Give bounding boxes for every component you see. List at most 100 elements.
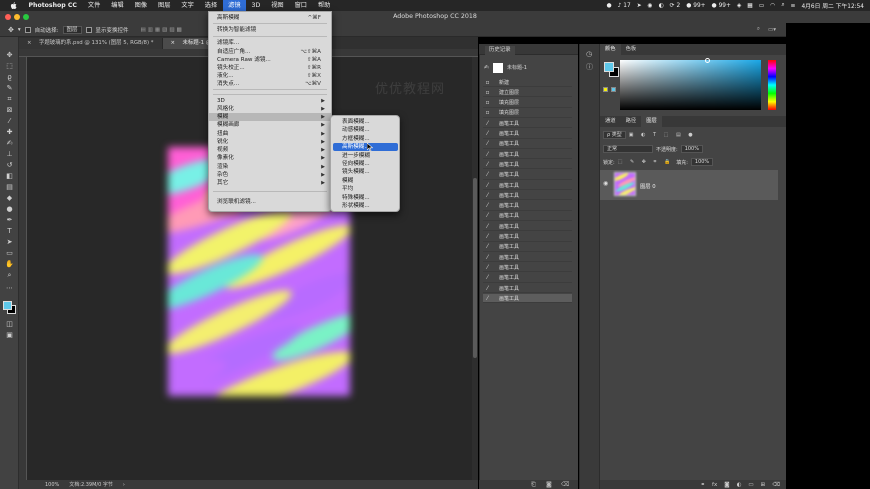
tray-item-3[interactable]: ➤ bbox=[637, 3, 642, 9]
web-safe-swatch[interactable] bbox=[611, 87, 616, 92]
blur-submenu-item[interactable]: 进一步模糊 bbox=[333, 152, 398, 160]
history-item[interactable]: ⁄ 画笔工具 bbox=[483, 202, 572, 211]
link-layers-icon[interactable]: ⚭ bbox=[700, 482, 705, 488]
history-item[interactable]: ▫ 建立图层 bbox=[483, 88, 572, 98]
tray-item-5[interactable]: ◐ bbox=[659, 3, 664, 9]
tray-item-4[interactable]: ◉ bbox=[648, 3, 653, 9]
history-item[interactable]: ⁄ 画笔工具 bbox=[483, 274, 572, 283]
blur-submenu-item[interactable]: 平均 bbox=[333, 185, 398, 193]
filter-menu-item[interactable]: 滤镜库... bbox=[209, 39, 331, 47]
filter-menu-item[interactable]: Camera Raw 滤镜... ⇧⌘A bbox=[209, 56, 331, 64]
workspace-icon[interactable]: ⌕ bbox=[757, 26, 760, 33]
type-tool-icon[interactable]: T bbox=[4, 227, 15, 235]
filter-menu-item[interactable]: 其它 ▶ bbox=[209, 179, 331, 187]
filter-menu-item[interactable]: 风格化 ▶ bbox=[209, 105, 331, 113]
blur-submenu-item[interactable]: 特殊模糊... bbox=[333, 194, 398, 202]
document-info[interactable]: 文档:2.39M/0 字节 bbox=[69, 481, 113, 488]
tray-item-13[interactable]: ⌕ bbox=[781, 2, 784, 9]
blur-submenu-item[interactable]: 模糊 bbox=[333, 177, 398, 185]
zoom-tool-icon[interactable]: ⌕ bbox=[4, 271, 15, 279]
layer-mask-icon[interactable]: ◙ bbox=[724, 482, 729, 488]
marquee-tool-icon[interactable]: ⬚ bbox=[4, 62, 15, 70]
tray-item-8[interactable]: ● 99+ bbox=[712, 3, 731, 9]
trash-icon[interactable]: ⌫ bbox=[561, 481, 569, 488]
blend-mode-dropdown[interactable]: 正常 bbox=[603, 145, 653, 153]
menu-image[interactable]: 图像 bbox=[129, 0, 152, 11]
menu-file[interactable]: 文件 bbox=[82, 0, 105, 11]
apple-icon[interactable] bbox=[9, 1, 17, 10]
tab-channels[interactable]: 通道 bbox=[600, 116, 621, 127]
filter-menu-item[interactable]: 浏览联机滤镜... bbox=[209, 198, 331, 206]
tray-item-6[interactable]: ⟳ 2 bbox=[670, 3, 681, 9]
tray-item-12[interactable]: ◠ bbox=[770, 3, 775, 9]
foreground-swatch[interactable] bbox=[604, 62, 614, 72]
blur-submenu-item[interactable]: 方框模糊... bbox=[333, 135, 398, 143]
filter-menu-item[interactable]: 杂色 ▶ bbox=[209, 171, 331, 179]
quick-mask-icon[interactable]: ◫ bbox=[4, 320, 15, 328]
history-item[interactable]: ⁄ 画笔工具 bbox=[483, 233, 572, 242]
color-picker-field[interactable] bbox=[620, 60, 761, 110]
filter-menu-item[interactable]: 模糊画廊 ▶ bbox=[209, 121, 331, 129]
dropdown-chevron-icon[interactable]: ▾ bbox=[18, 27, 21, 33]
menu-type[interactable]: 文字 bbox=[176, 0, 199, 11]
hue-slider[interactable] bbox=[768, 60, 776, 110]
filter-menu-item[interactable]: 镜头校正... ⇧⌘R bbox=[209, 64, 331, 72]
color-picker-cursor[interactable] bbox=[705, 58, 710, 63]
history-item[interactable]: ▫ 填充图层 bbox=[483, 109, 572, 118]
lock-icons[interactable]: ⬚ ✎ ✥ ⌗ 🔒 bbox=[618, 159, 674, 165]
history-item[interactable]: ⁄ 画笔工具 bbox=[483, 191, 572, 201]
menu-edit[interactable]: 编辑 bbox=[106, 0, 129, 11]
fill-input[interactable]: 100% bbox=[690, 158, 714, 166]
history-item[interactable]: ▫ 新建 bbox=[483, 78, 572, 87]
history-item[interactable]: ⁄ 画笔工具 bbox=[483, 222, 572, 232]
tray-item-10[interactable]: ▦ bbox=[747, 3, 752, 9]
close-tab-icon[interactable]: × bbox=[171, 38, 176, 49]
gradient-tool-icon[interactable]: ▤ bbox=[4, 183, 15, 191]
filter-menu-item[interactable]: 视频 ▶ bbox=[209, 146, 331, 154]
move-tool-icon[interactable]: ✥ bbox=[4, 51, 15, 59]
menu-help[interactable]: 帮助 bbox=[312, 0, 335, 11]
tab-color[interactable]: 颜色 bbox=[600, 44, 621, 55]
crop-tool-icon[interactable]: ⌗ bbox=[4, 95, 15, 103]
history-panel-title[interactable]: 历史记录 bbox=[485, 46, 515, 55]
status-arrow-icon[interactable]: › bbox=[123, 482, 125, 488]
history-item[interactable]: ⁄ 画笔工具 bbox=[483, 130, 572, 139]
filter-menu-item[interactable]: 3D ▶ bbox=[209, 97, 331, 105]
filter-menu-item[interactable]: 模糊 ▶ bbox=[209, 113, 331, 121]
frame-tool-icon[interactable]: ⊠ bbox=[4, 106, 15, 114]
tray-item-1[interactable]: ● bbox=[607, 3, 612, 9]
filter-menu-item[interactable]: 转换为智能滤镜 bbox=[209, 26, 331, 34]
close-tab-icon[interactable]: × bbox=[27, 38, 32, 49]
tray-item-2[interactable]: ♪ 17 bbox=[618, 3, 631, 9]
new-document-from-state-icon[interactable]: ⎗ bbox=[531, 481, 536, 489]
filter-menu-item[interactable]: 消失点... ⌥⌘V bbox=[209, 80, 331, 88]
history-item[interactable]: ▫ 填充图层 bbox=[483, 99, 572, 108]
history-item[interactable]: ⁄ 画笔工具 bbox=[483, 212, 572, 221]
history-item[interactable]: ⁄ 画笔工具 bbox=[483, 150, 572, 160]
tray-datetime[interactable]: 4月6日 周二 下午12:54 bbox=[801, 1, 864, 10]
history-item[interactable]: ⁄ 画笔工具 bbox=[483, 284, 572, 293]
adjustment-layer-icon[interactable]: ◐ bbox=[737, 482, 742, 488]
filter-menu-item[interactable]: 液化... ⇧⌘X bbox=[209, 72, 331, 80]
history-item[interactable]: ⁄ 画笔工具 bbox=[483, 171, 572, 180]
clone-stamp-tool-icon[interactable]: ⊥ bbox=[4, 150, 15, 158]
menu-app-name[interactable]: Photoshop CC bbox=[23, 0, 82, 11]
opacity-input[interactable]: 100% bbox=[680, 145, 703, 153]
tray-item-7[interactable]: ● 99+ bbox=[686, 3, 705, 9]
filter-menu-item[interactable]: 渲染 ▶ bbox=[209, 163, 331, 171]
vertical-scrollbar-thumb[interactable] bbox=[473, 178, 477, 358]
path-select-tool-icon[interactable]: ➤ bbox=[4, 238, 15, 246]
blur-submenu-item[interactable]: 高斯模糊... bbox=[333, 143, 398, 152]
gamut-warning-swatch[interactable] bbox=[603, 87, 608, 92]
filter-type-icons[interactable]: ▣ ◐ T ⬚ ▤ ● bbox=[629, 132, 696, 138]
eye-visibility-icon[interactable]: ◉ bbox=[603, 180, 608, 187]
history-item[interactable]: ⁄ 画笔工具 bbox=[483, 294, 572, 304]
hand-tool-icon[interactable]: ✋ bbox=[4, 260, 15, 268]
workspace-layout-icon[interactable]: ▭▾ bbox=[768, 27, 776, 33]
brush-tool-icon[interactable]: ✍ bbox=[4, 139, 15, 147]
tray-item-14[interactable]: ≡ bbox=[791, 3, 796, 9]
screen-mode-icon[interactable]: ▣ bbox=[4, 331, 15, 339]
dodge-tool-icon[interactable]: ● bbox=[4, 205, 15, 213]
history-item[interactable]: ⁄ 画笔工具 bbox=[483, 253, 572, 263]
tab-swatches[interactable]: 色板 bbox=[621, 44, 642, 55]
